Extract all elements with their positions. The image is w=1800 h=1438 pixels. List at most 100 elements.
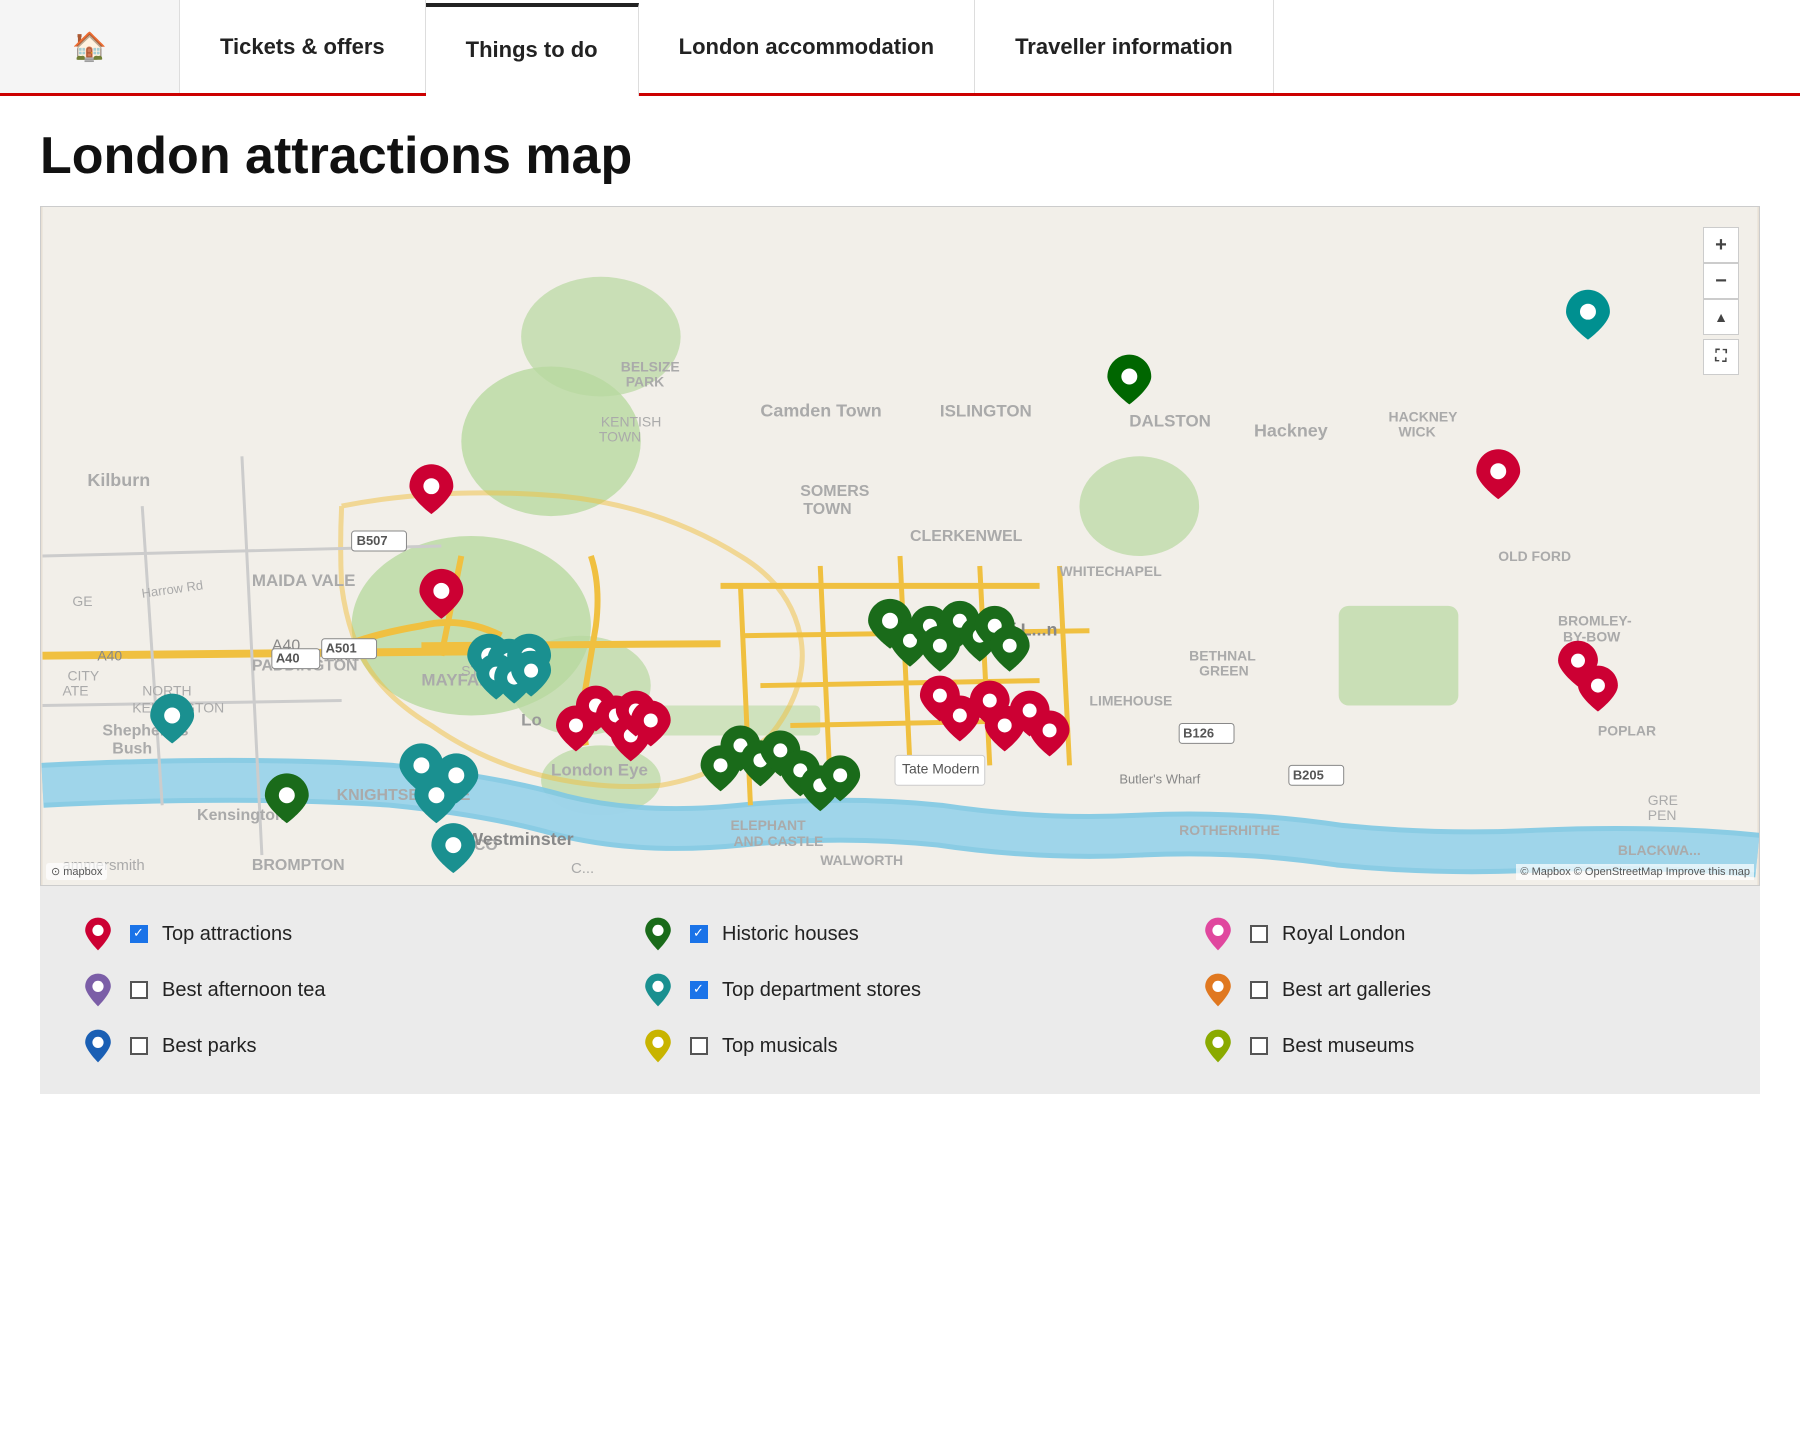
nav-home[interactable]: 🏠 xyxy=(0,0,180,93)
nav-accommodation[interactable]: London accommodation xyxy=(639,0,975,93)
nav-things-label: Things to do xyxy=(466,37,598,63)
svg-text:Westminster: Westminster xyxy=(466,829,573,849)
svg-text:ELEPHANT: ELEPHANT xyxy=(731,817,807,833)
legend-best-parks: Best parks xyxy=(80,1028,600,1064)
top-musicals-checkbox[interactable] xyxy=(690,1037,708,1055)
svg-text:ST: ST xyxy=(461,663,479,679)
svg-text:WHITECHAPEL: WHITECHAPEL xyxy=(1060,563,1163,579)
svg-text:GE: GE xyxy=(72,593,92,609)
svg-text:A40: A40 xyxy=(97,648,122,664)
nav-traveller[interactable]: Traveller information xyxy=(975,0,1274,93)
svg-text:A40: A40 xyxy=(276,651,300,666)
map-container[interactable]: A40 A501 A40 Kilburn MAIDA VALE PADDINGT… xyxy=(40,206,1760,886)
best-parks-icon xyxy=(80,1028,116,1064)
svg-text:BETHNAL: BETHNAL xyxy=(1189,648,1256,664)
legend-historic-houses: Historic houses xyxy=(640,916,1160,952)
north-button[interactable]: ▲ xyxy=(1703,299,1739,335)
svg-text:Lo: Lo xyxy=(521,710,542,729)
top-attractions-checkbox[interactable] xyxy=(130,925,148,943)
royal-london-checkbox[interactable] xyxy=(1250,925,1268,943)
legend-afternoon-tea: Best afternoon tea xyxy=(80,972,600,1008)
svg-text:Kilburn: Kilburn xyxy=(87,470,150,490)
top-attractions-icon xyxy=(80,916,116,952)
zoom-in-button[interactable]: + xyxy=(1703,227,1739,263)
afternoon-tea-label: Best afternoon tea xyxy=(162,979,325,1002)
mapbox-logo: ⊙ mapbox xyxy=(46,863,107,880)
home-icon: 🏠 xyxy=(72,30,107,63)
map-background: A40 A501 A40 Kilburn MAIDA VALE PADDINGT… xyxy=(41,207,1759,885)
svg-text:Tate Modern: Tate Modern xyxy=(902,760,979,776)
svg-text:OLD FORD: OLD FORD xyxy=(1498,548,1571,564)
svg-text:Hackney: Hackney xyxy=(1254,420,1328,440)
map-legend: Top attractions Historic houses Royal Lo… xyxy=(40,886,1760,1094)
top-musicals-label: Top musicals xyxy=(722,1035,838,1058)
svg-text:A501: A501 xyxy=(326,641,357,656)
svg-text:London Eye: London Eye xyxy=(551,760,648,779)
map-controls: + − ▲ ⛶ xyxy=(1703,227,1739,375)
royal-london-icon xyxy=(1200,916,1236,952)
afternoon-tea-checkbox[interactable] xyxy=(130,981,148,999)
svg-text:ROTHERHITHE: ROTHERHITHE xyxy=(1179,822,1280,838)
best-museums-label: Best museums xyxy=(1282,1035,1414,1058)
legend-top-attractions: Top attractions xyxy=(80,916,600,952)
legend-top-musicals: Top musicals xyxy=(640,1028,1160,1064)
map-attribution: © Mapbox © OpenStreetMap Improve this ma… xyxy=(1516,864,1754,880)
best-parks-checkbox[interactable] xyxy=(130,1037,148,1055)
svg-text:ISLINGTON: ISLINGTON xyxy=(940,401,1032,420)
afternoon-tea-icon xyxy=(80,972,116,1008)
best-parks-label: Best parks xyxy=(162,1035,256,1058)
svg-text:BROMPTON: BROMPTON xyxy=(252,857,345,874)
historic-houses-label: Historic houses xyxy=(722,923,859,946)
top-attractions-label: Top attractions xyxy=(162,923,292,946)
historic-houses-icon xyxy=(640,916,676,952)
department-stores-checkbox[interactable] xyxy=(690,981,708,999)
svg-text:MAYFAIR: MAYFAIR xyxy=(421,671,496,690)
navigation: 🏠 Tickets & offers Things to do London a… xyxy=(0,0,1800,96)
svg-text:TOWN: TOWN xyxy=(803,501,851,518)
svg-text:ATE: ATE xyxy=(62,683,88,699)
nav-things-to-do[interactable]: Things to do xyxy=(426,3,639,96)
zoom-out-button[interactable]: − xyxy=(1703,263,1739,299)
map-section: A40 A501 A40 Kilburn MAIDA VALE PADDINGT… xyxy=(40,206,1760,1094)
art-galleries-icon xyxy=(1200,972,1236,1008)
svg-text:WICK: WICK xyxy=(1399,423,1436,439)
best-museums-icon xyxy=(1200,1028,1236,1064)
svg-text:TOWN: TOWN xyxy=(599,428,641,444)
svg-text:DALSTON: DALSTON xyxy=(1129,411,1211,430)
svg-text:AND CASTLE: AND CASTLE xyxy=(733,833,823,849)
art-galleries-checkbox[interactable] xyxy=(1250,981,1268,999)
svg-text:HACKNEY: HACKNEY xyxy=(1389,408,1459,424)
nav-traveller-label: Traveller information xyxy=(1015,34,1233,60)
svg-text:SOMERS: SOMERS xyxy=(800,483,869,500)
svg-text:BLACKWA...: BLACKWA... xyxy=(1618,842,1701,858)
department-stores-label: Top department stores xyxy=(722,979,921,1002)
svg-text:Butler's Wharf: Butler's Wharf xyxy=(1119,771,1200,786)
svg-text:PEN: PEN xyxy=(1648,807,1677,823)
department-stores-icon xyxy=(640,972,676,1008)
svg-text:CLERKENWEL: CLERKENWEL xyxy=(910,528,1023,545)
svg-text:CITY: CITY xyxy=(67,668,99,684)
svg-text:C...: C... xyxy=(571,860,594,877)
svg-text:Bush: Bush xyxy=(112,740,152,757)
fullscreen-button[interactable]: ⛶ xyxy=(1703,339,1739,375)
svg-text:Shepherd's: Shepherd's xyxy=(102,722,188,739)
legend-art-galleries: Best art galleries xyxy=(1200,972,1720,1008)
legend-best-museums: Best museums xyxy=(1200,1028,1720,1064)
svg-text:WALWORTH: WALWORTH xyxy=(820,852,903,868)
svg-text:GREEN: GREEN xyxy=(1199,663,1249,679)
nav-tickets[interactable]: Tickets & offers xyxy=(180,0,426,93)
svg-text:NORTH: NORTH xyxy=(142,683,191,699)
svg-text:City of L...n: City of L...n xyxy=(960,620,1058,640)
svg-text:Kensington: Kensington xyxy=(197,807,285,824)
svg-text:BELSIZE: BELSIZE xyxy=(621,359,680,375)
top-musicals-icon xyxy=(640,1028,676,1064)
svg-text:KENSINGTON: KENSINGTON xyxy=(132,700,224,716)
svg-text:B126: B126 xyxy=(1183,725,1214,740)
royal-london-label: Royal London xyxy=(1282,923,1405,946)
svg-text:BY-BOW: BY-BOW xyxy=(1563,629,1621,645)
svg-text:GRE: GRE xyxy=(1648,792,1678,808)
best-museums-checkbox[interactable] xyxy=(1250,1037,1268,1055)
historic-houses-checkbox[interactable] xyxy=(690,925,708,943)
svg-text:B507: B507 xyxy=(357,533,388,548)
page-title: London attractions map xyxy=(0,96,1800,206)
